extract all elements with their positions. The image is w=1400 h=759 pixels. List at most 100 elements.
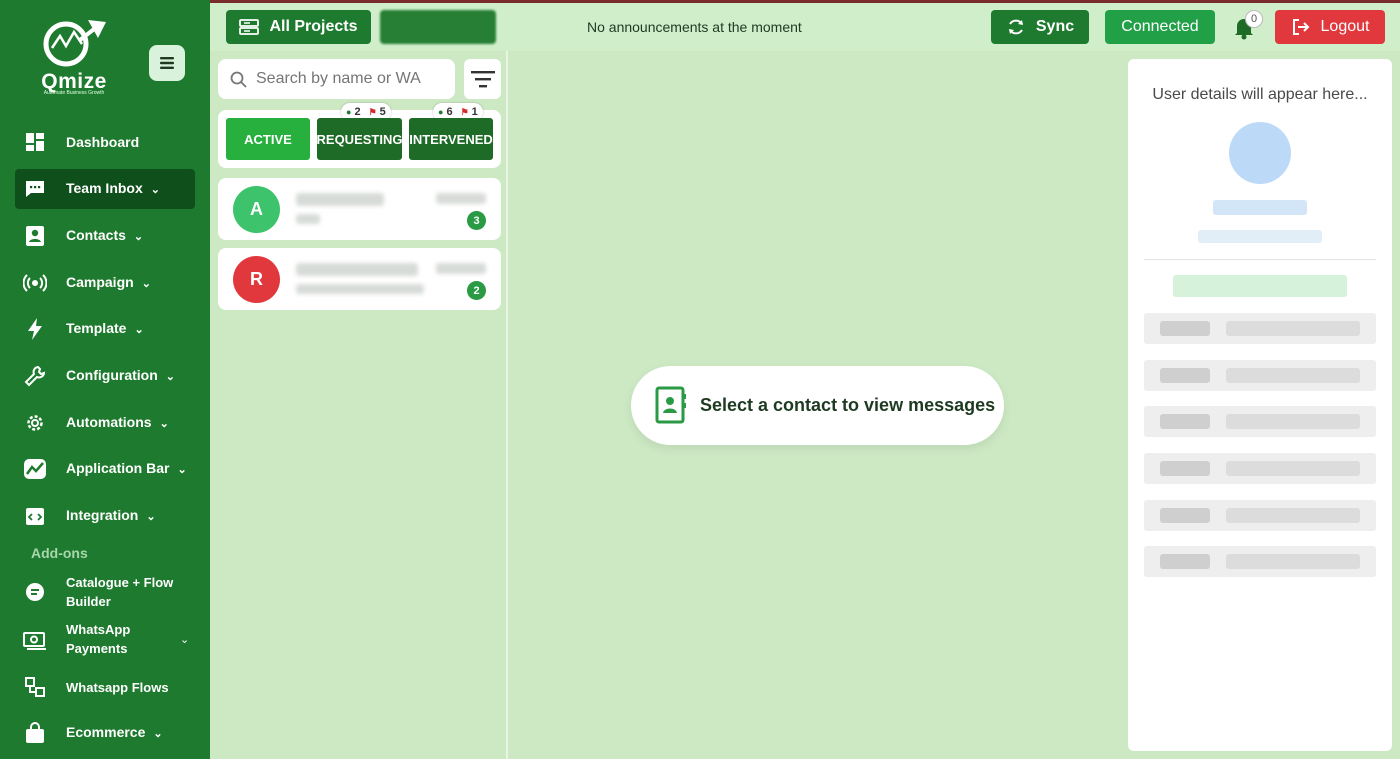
tab-requesting[interactable]: REQUESTING xyxy=(317,118,402,160)
avatar-skeleton xyxy=(1229,122,1291,184)
nav-campaign[interactable]: Campaign ⌄ xyxy=(15,263,195,303)
nav-label-row: Campaign ⌄ xyxy=(66,273,151,294)
name-skeleton xyxy=(1213,200,1307,215)
sidebar: Qmize Automate Business Growth Dashboard… xyxy=(0,0,210,759)
nav-contacts[interactable]: Contacts ⌄ xyxy=(15,216,195,256)
nav-label-row: Template ⌄ xyxy=(66,319,144,340)
user-icon: ● xyxy=(438,107,444,117)
contact-book-icon xyxy=(655,386,686,424)
catalogue-icon xyxy=(23,580,47,604)
subtitle-skeleton xyxy=(1198,230,1322,243)
notification-count-badge: 0 xyxy=(1245,10,1263,28)
logout-button[interactable]: Logout xyxy=(1275,10,1385,44)
nav-label-row: Contacts ⌄ xyxy=(66,226,143,247)
nav-label: Template xyxy=(66,319,127,336)
gear-icon xyxy=(23,411,47,435)
chevron-down-icon: ⌄ xyxy=(153,727,163,740)
nav-label: Contacts xyxy=(66,226,126,243)
hamburger-icon xyxy=(160,57,174,69)
chevron-down-icon: ⌄ xyxy=(150,183,160,196)
requesting-user-count: 2 xyxy=(354,106,361,118)
detail-row-skeleton xyxy=(1144,500,1376,531)
tab-label: REQUESTING xyxy=(316,131,403,147)
detail-row-skeleton xyxy=(1144,546,1376,577)
nav-label-row: Application Bar ⌄ xyxy=(66,459,187,480)
money-icon xyxy=(23,627,47,651)
chevron-down-icon: ⌄ xyxy=(133,230,144,243)
logout-label: Logout xyxy=(1320,18,1370,35)
contact-preview-redacted xyxy=(296,284,424,294)
intervened-flag-count: 1 xyxy=(471,106,478,118)
top-header: All Projects No announcements at the mom… xyxy=(210,3,1400,51)
contact-list-item[interactable]: R 2 xyxy=(218,248,501,310)
nav-automations[interactable]: Automations ⌄ xyxy=(15,403,195,443)
nav-label: Application Bar xyxy=(66,459,170,476)
nav-application-bar[interactable]: Application Bar ⌄ xyxy=(15,449,195,489)
inbox-tabs: ACTIVE ● 2 ⚑ 5 REQUESTING ● 6 ⚑ 1 INTERVENED xyxy=(218,103,501,168)
contact-name-redacted xyxy=(296,193,384,206)
brand-tagline: Automate Business Growth xyxy=(43,90,105,96)
nav-catalogue-flow-builder[interactable]: Catalogue + Flow Builder xyxy=(15,572,195,612)
chevron-down-icon: ⌄ xyxy=(134,323,144,336)
divider xyxy=(1144,259,1376,260)
announcement-text: No announcements at the moment xyxy=(587,19,802,35)
chevron-down-icon: ⌄ xyxy=(177,463,187,476)
bag-icon xyxy=(23,721,47,745)
detail-row-skeleton xyxy=(1144,313,1376,344)
nav-label-row: Automations ⌄ xyxy=(66,413,169,434)
filter-button[interactable] xyxy=(464,59,501,99)
tab-intervened[interactable]: INTERVENED xyxy=(409,118,493,160)
nav-label: Team Inbox xyxy=(66,179,143,196)
detail-row-skeleton xyxy=(1144,360,1376,391)
status-skeleton xyxy=(1173,275,1347,297)
search-box xyxy=(218,59,455,99)
chat-icon xyxy=(23,177,47,201)
nav-team-inbox[interactable]: Team Inbox ⌄ xyxy=(15,169,195,209)
contact-preview-redacted xyxy=(296,214,320,224)
nav-label: Integration xyxy=(66,506,139,523)
nav-whatsapp-payments[interactable]: WhatsApp Payments ⌄ xyxy=(15,619,195,659)
nav-label: Configuration xyxy=(66,366,158,383)
empty-chat-message: Select a contact to view messages xyxy=(700,395,996,415)
nav-dashboard[interactable]: Dashboard xyxy=(15,122,195,162)
avatar: A xyxy=(233,186,280,233)
search-input[interactable] xyxy=(256,70,446,88)
project-selector-button[interactable] xyxy=(380,10,496,44)
brand-logo[interactable]: Qmize Automate Business Growth xyxy=(36,18,112,98)
contact-time-redacted xyxy=(436,193,486,204)
empty-chat-placeholder: Select a contact to view messages xyxy=(631,366,1004,445)
lightning-icon xyxy=(23,317,47,341)
sync-button[interactable]: Sync xyxy=(991,10,1089,44)
nav-label: Campaign xyxy=(66,273,134,290)
connected-label: Connected xyxy=(1121,18,1199,35)
contacts-icon xyxy=(23,224,47,248)
connected-status-button[interactable]: Connected xyxy=(1105,10,1215,44)
logo-mark-icon xyxy=(43,20,106,67)
nav-ecommerce[interactable]: Ecommerce ⌄ xyxy=(15,713,195,753)
addons-section-label: Add-ons xyxy=(31,545,88,561)
user-details-panel: User details will appear here... xyxy=(1128,59,1392,751)
requesting-flag-count: 5 xyxy=(379,106,386,118)
nav-template[interactable]: Template ⌄ xyxy=(15,309,195,349)
contact-list-item[interactable]: A 3 xyxy=(218,178,501,240)
all-projects-button[interactable]: All Projects xyxy=(226,10,371,44)
menu-toggle-button[interactable] xyxy=(149,45,185,81)
nav-integration[interactable]: Integration ⌄ xyxy=(15,496,195,536)
chevron-down-icon: ⌄ xyxy=(159,417,169,430)
chevron-down-icon: ⌄ xyxy=(165,370,175,383)
user-icon: ● xyxy=(346,107,352,117)
nav-label-row: Configuration ⌄ xyxy=(66,366,175,387)
nav-label: WhatsApp Payments xyxy=(66,622,131,656)
nav-configuration[interactable]: Configuration ⌄ xyxy=(15,356,195,396)
nav-label: Dashboard xyxy=(66,133,140,150)
detail-row-skeleton xyxy=(1144,406,1376,437)
tab-active[interactable]: ACTIVE xyxy=(226,118,310,160)
chevron-down-icon: ⌄ xyxy=(180,633,190,646)
nav-whatsapp-flows[interactable]: Whatsapp Flows xyxy=(15,667,195,707)
dashboard-icon xyxy=(23,130,47,154)
refresh-icon xyxy=(1008,19,1023,35)
code-icon xyxy=(23,504,47,528)
detail-row-skeleton xyxy=(1144,453,1376,484)
nav-label-row: Team Inbox ⌄ xyxy=(66,179,160,200)
nav-label: Automations xyxy=(66,413,152,430)
